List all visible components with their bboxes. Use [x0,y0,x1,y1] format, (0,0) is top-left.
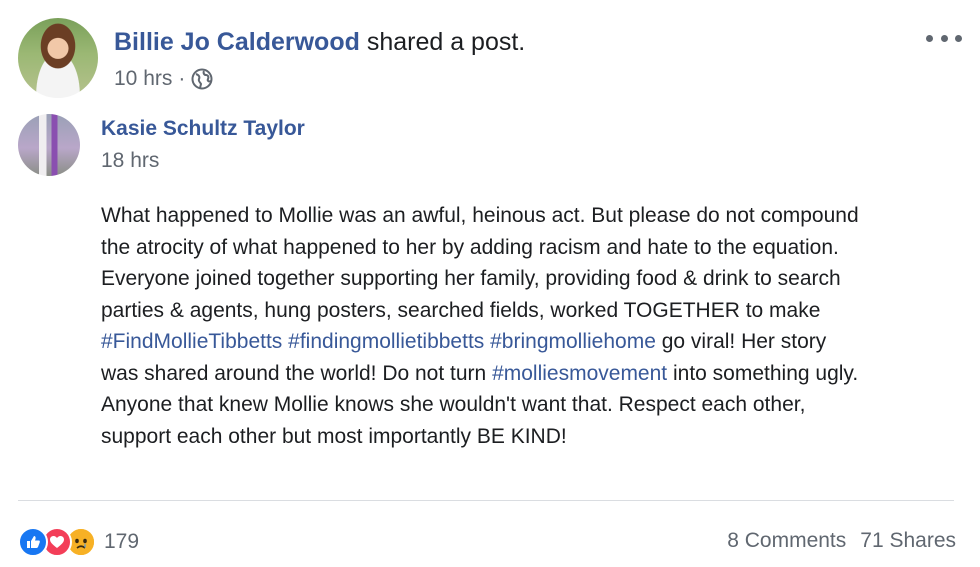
post-text-segment: support each other but most importantly … [101,424,567,448]
globe-icon[interactable] [191,68,213,90]
post-body-text: What happened to Mollie was an awful, he… [101,200,971,452]
shares-count-link[interactable]: 71 Shares [860,529,956,553]
post-timestamp[interactable]: 10 hrs [114,66,172,92]
post-text-segment: into something ugly. [667,361,859,385]
post-text-line: the atrocity of what happened to her by … [101,232,971,264]
post-text-line: Anyone that knew Mollie knows she wouldn… [101,389,971,421]
post-text-segment: was shared around the world! Do not turn [101,361,493,385]
shared-post-timestamp[interactable]: 18 hrs [101,148,159,174]
hashtag-link[interactable]: #bringmolliehome [490,330,656,353]
reactions-summary[interactable]: 179 [18,527,139,557]
more-options-button[interactable] [926,26,962,50]
author-avatar[interactable] [18,18,98,98]
post-header: Billie Jo Calderwood shared a post. [114,27,525,57]
post-text-segment: the atrocity of what happened to her by … [101,235,839,259]
author-name-link[interactable]: Billie Jo Calderwood [114,28,360,56]
post-text-line: was shared around the world! Do not turn… [101,358,971,390]
post-text-segment: Anyone that knew Mollie knows she wouldn… [101,393,806,416]
post-text-line: What happened to Mollie was an awful, he… [101,200,971,232]
post-text-line: Everyone joined together supporting her … [101,263,971,295]
post-text-segment: parties & agents, hung posters, searched… [101,298,821,322]
like-icon [18,527,48,557]
engagement-stats: 8 Comments 71 Shares [727,529,956,553]
post-text-line: #FindMollieTibbetts #findingmollietibbet… [101,326,971,358]
hashtag-link[interactable]: #findingmollietibbetts [288,330,484,353]
shared-action-text: shared a post. [359,28,526,56]
post-meta: 10 hrs · [114,66,213,92]
post-text-line: parties & agents, hung posters, searched… [101,295,971,327]
hashtag-link[interactable]: #molliesmovement [492,362,667,385]
shared-author-name-link[interactable]: Kasie Schultz Taylor [101,116,305,142]
hashtag-link[interactable]: #FindMollieTibbetts [101,330,282,353]
divider [18,500,954,501]
reaction-count[interactable]: 179 [104,530,139,554]
post-text-line: support each other but most importantly … [101,421,971,453]
comments-count-link[interactable]: 8 Comments [727,529,846,553]
post-text-segment: What happened to Mollie was an awful, he… [101,204,859,227]
meta-separator: · [178,67,186,90]
post-text-segment: go viral! Her story [655,330,827,353]
shared-author-avatar[interactable] [18,114,80,176]
post-text-segment: Everyone joined together supporting her … [101,267,841,290]
